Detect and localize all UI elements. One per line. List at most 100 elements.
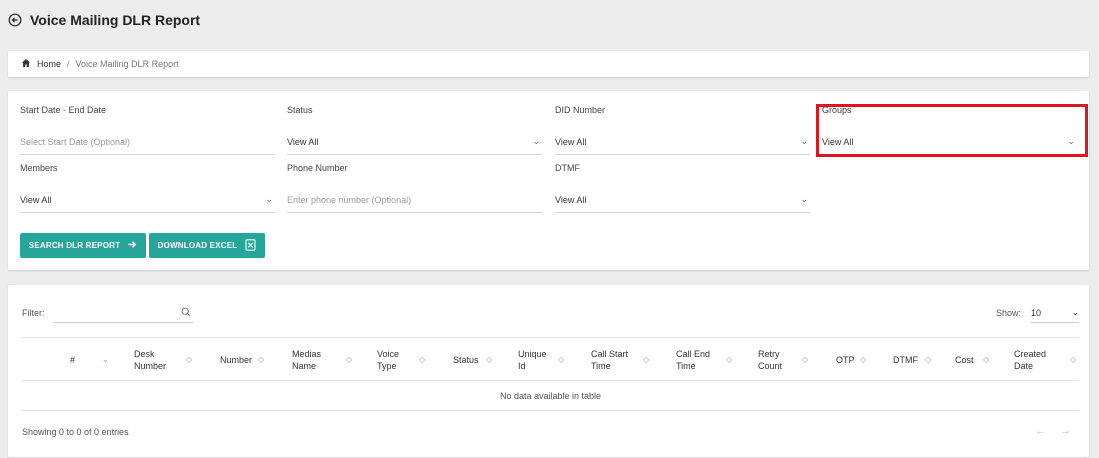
sort-icon: ◇ [983,355,990,364]
table-header: # ⌄ Desk Number ◇ Number ◇ Medias Name ◇… [22,337,1079,381]
column-header-label: Created Date [1014,349,1047,371]
sort-icon: ◇ [925,355,932,364]
download-button-label: DOWNLOAD EXCEL [157,241,238,250]
column-header-otp[interactable]: OTP ◇ [836,338,866,382]
sort-icon: ◇ [346,355,353,364]
page-size-value: 10 [1031,307,1042,318]
previous-page-button[interactable]: ← [1035,425,1046,437]
table-empty-row: No data available in table [22,381,1079,411]
column-header-label: Call End Time [676,349,711,371]
page-title: Voice Mailing DLR Report [30,12,201,28]
page-header: Voice Mailing DLR Report [8,10,200,30]
date-range-input[interactable]: Select Start Date (Optional) [20,129,275,155]
filters-panel: Start Date - End Date Select Start Date … [8,91,1089,270]
next-page-button[interactable]: → [1060,425,1071,437]
status-label: Status [287,105,313,115]
chevron-down-icon: ⌄ [532,136,540,146]
members-select[interactable]: View All ⌄ [20,187,275,213]
column-header-label: Call Start Time [591,349,629,371]
table-info: Showing 0 to 0 of 0 entries [22,427,129,437]
sort-icon: ◇ [860,355,867,364]
column-header-label: DTMF [893,355,918,365]
sort-icon: ◇ [643,355,650,364]
page-size-control: Show: 10 ⌄ [996,303,1079,323]
column-header-label: Cost [955,355,974,365]
search-icon [181,307,191,319]
groups-value: View All [822,136,854,147]
sort-icon: ◇ [558,355,565,364]
date-range-placeholder: Select Start Date (Optional) [20,136,131,147]
sort-icon: ◇ [186,355,193,364]
filter-label: Filter: [22,308,45,318]
column-header-label: Status [453,355,479,365]
status-value: View All [287,136,319,147]
column-header-cost[interactable]: Cost ◇ [955,338,989,382]
dtmf-select[interactable]: View All ⌄ [555,187,810,213]
chevron-down-icon: ⌄ [102,355,109,364]
column-header-label: Unique Id [518,349,547,371]
column-header-label: Voice Type [377,349,400,371]
page-size-select[interactable]: 10 ⌄ [1031,303,1079,323]
column-header-voice-type[interactable]: Voice Type ◇ [377,338,425,382]
chevron-down-icon: ⌄ [265,194,273,204]
phone-number-label: Phone Number [287,163,348,173]
dtmf-label: DTMF [555,163,580,173]
column-header-created-date[interactable]: Created Date ◇ [1014,338,1076,382]
sort-icon: ◇ [419,355,426,364]
sort-icon: ◇ [486,355,493,364]
column-header-index[interactable]: # ⌄ [70,338,109,382]
arrow-right-icon [128,240,137,251]
column-header-unique-id[interactable]: Unique Id ◇ [518,338,564,382]
did-number-label: DID Number [555,105,606,115]
chevron-down-icon: ⌄ [800,194,808,204]
column-header-call-end-time[interactable]: Call End Time ◇ [676,338,732,382]
pagination: ← → [1035,425,1071,437]
breadcrumb-current: Voice Mailing DLR Report [75,59,179,69]
column-header-desk-number[interactable]: Desk Number ◇ [134,338,192,382]
groups-select[interactable]: View All ⌄ [822,129,1077,155]
phone-number-placeholder: Enter phone number (Optional) [287,194,412,205]
column-header-label: Retry Count [758,349,783,371]
column-header-number[interactable]: Number ◇ [220,338,264,382]
breadcrumb-separator: / [67,59,70,69]
chevron-down-icon: ⌄ [1067,136,1075,146]
column-header-dtmf[interactable]: DTMF ◇ [893,338,931,382]
excel-file-icon [245,238,256,253]
phone-number-input[interactable]: Enter phone number (Optional) [287,187,542,213]
members-label: Members [20,163,58,173]
report-table-panel: Filter: Show: 10 ⌄ # ⌄ Desk Number ◇ Num… [8,285,1089,457]
sort-icon: ◇ [1070,355,1077,364]
chevron-down-icon: ⌄ [800,136,808,146]
column-header-label: Number [220,355,253,365]
table-filter: Filter: [22,303,193,323]
groups-label: Groups [822,105,852,115]
search-dlr-report-button[interactable]: SEARCH DLR REPORT [20,233,146,258]
show-label: Show: [995,308,1021,318]
sort-icon: ◇ [802,355,809,364]
home-icon[interactable] [21,58,31,70]
back-arrow-icon[interactable] [8,13,22,27]
empty-table-message: No data available in table [499,390,602,401]
dtmf-value: View All [555,194,587,205]
table-filter-input[interactable] [52,303,193,323]
breadcrumb-home-link[interactable]: Home [37,59,61,69]
column-header-label: OTP [836,355,855,365]
column-header-retry-count[interactable]: Retry Count ◇ [758,338,808,382]
column-header-status[interactable]: Status ◇ [453,338,492,382]
column-header-label: Medias Name [292,349,322,371]
status-select[interactable]: View All ⌄ [287,129,542,155]
search-button-label: SEARCH DLR REPORT [28,241,121,250]
sort-icon: ◇ [258,355,265,364]
date-range-label: Start Date - End Date [20,105,107,115]
download-excel-button[interactable]: DOWNLOAD EXCEL [149,233,265,258]
chevron-down-icon: ⌄ [1071,307,1079,317]
did-number-select[interactable]: View All ⌄ [555,129,810,155]
sort-icon: ◇ [726,355,733,364]
column-header-call-start-time[interactable]: Call Start Time ◇ [591,338,649,382]
column-header-label: Desk Number [134,349,167,371]
column-header-medias-name[interactable]: Medias Name ◇ [292,338,352,382]
breadcrumb: Home / Voice Mailing DLR Report [8,51,1089,77]
members-value: View All [20,194,52,205]
did-number-value: View All [555,136,587,147]
column-header-label: # [70,355,76,365]
